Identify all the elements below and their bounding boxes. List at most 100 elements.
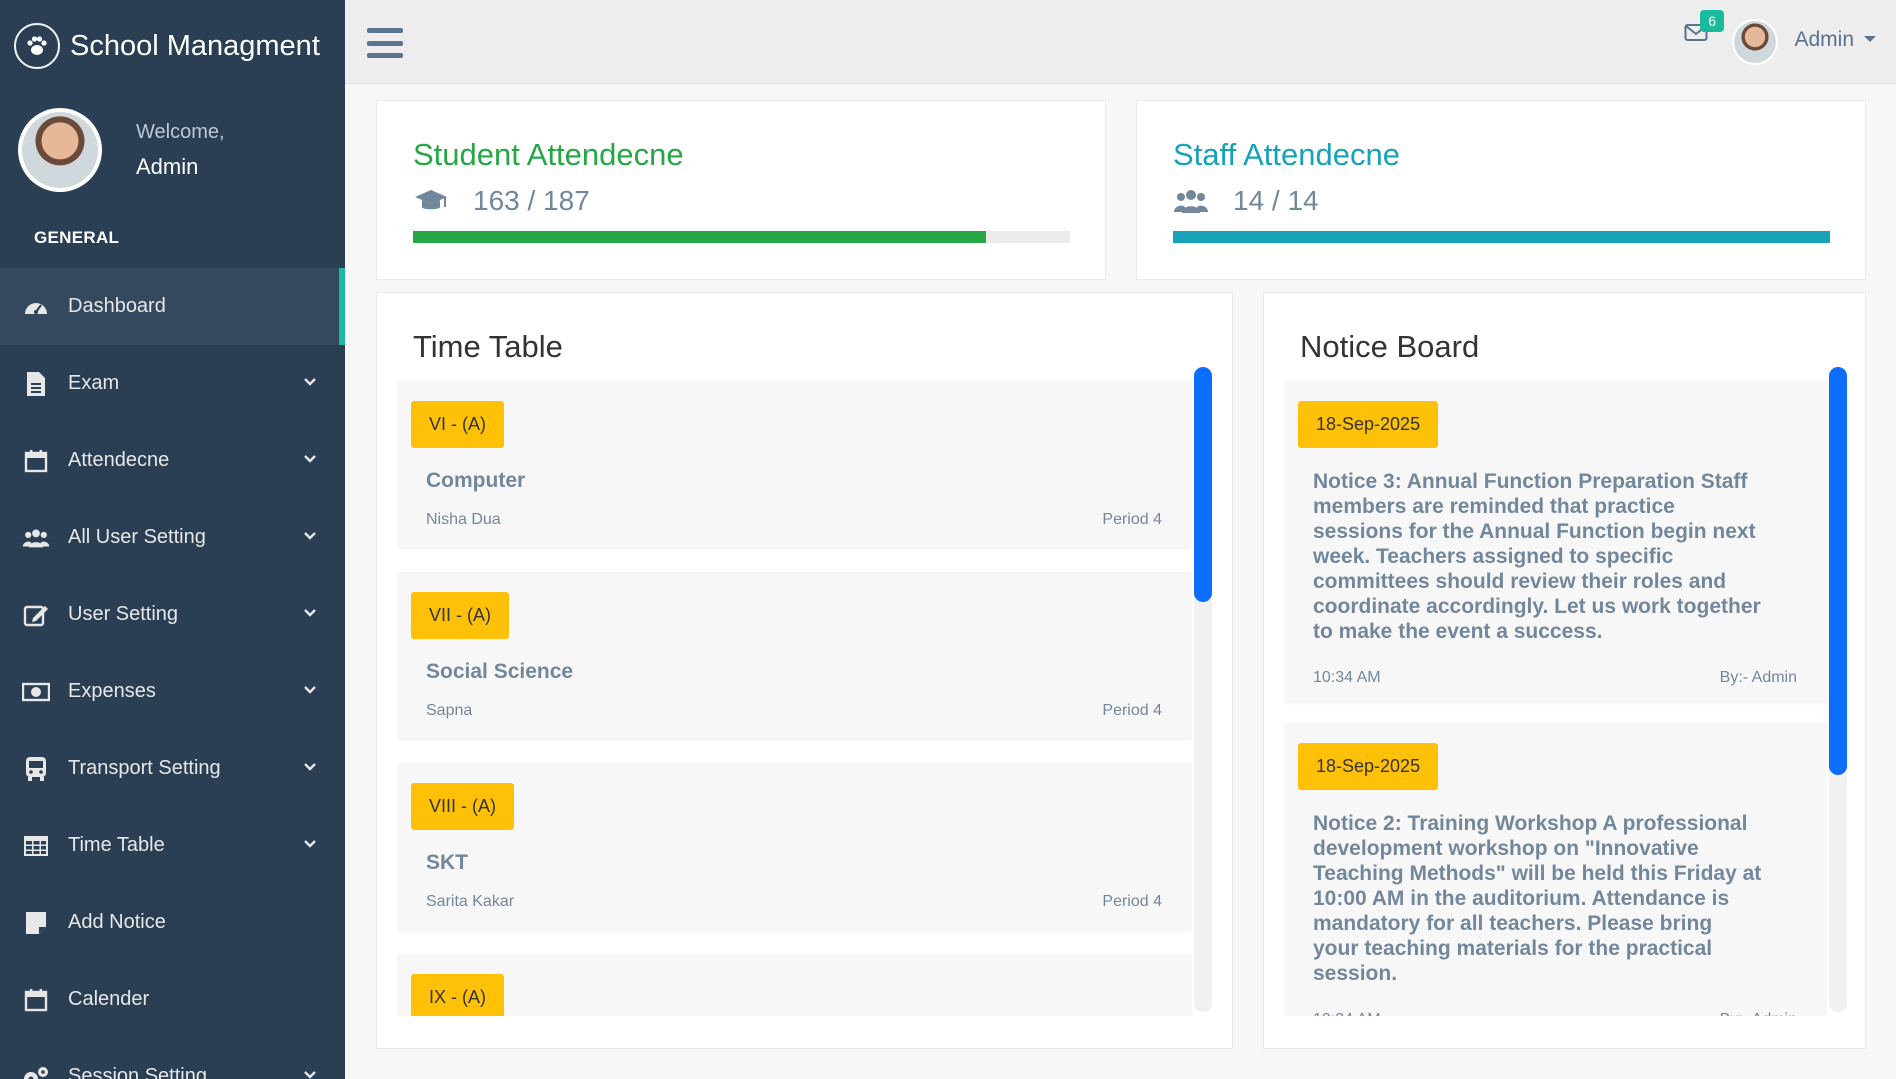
avatar <box>18 108 102 192</box>
timetable-list[interactable]: VI - (A) Computer Nisha Dua Period 4 VII - (… <box>397 381 1192 1016</box>
sidebar-item-label: Calender <box>68 988 150 1010</box>
sidebar-item-calender[interactable]: Calender <box>0 961 345 1038</box>
period: Period 4 <box>1102 893 1162 910</box>
notice-card: 18-Sep-2025 Notice 3: Annual Function Pre… <box>1284 381 1827 701</box>
student-attendance-title: Student Attendecne <box>413 137 684 172</box>
sidebar-item-label: User Setting <box>68 603 179 625</box>
menu-toggle-icon[interactable] <box>367 28 403 58</box>
brand[interactable]: School Managment <box>0 0 345 92</box>
timetable-entry: VII - (A) Social Science Sapna Period 4 <box>397 572 1192 738</box>
edit-icon <box>22 601 50 629</box>
notice-time: 10:34 AM <box>1313 669 1381 686</box>
graduation-cap-icon <box>415 190 447 210</box>
sidebar-item-label: Transport Setting <box>68 757 221 779</box>
sidebar-item-label: Dashboard <box>68 295 166 317</box>
chevron-down-icon[interactable] <box>303 680 317 703</box>
paw-icon <box>14 23 60 69</box>
notice-card: 18-Sep-2025 Notice 2: Training Workshop A… <box>1284 723 1827 1016</box>
bus-icon <box>22 755 50 783</box>
staff-attendance-progress <box>1173 231 1830 243</box>
sidebar-item-label: Time Table <box>68 834 165 856</box>
profile-name: Admin <box>136 153 199 179</box>
note-icon <box>22 909 50 937</box>
timetable-scrollbar[interactable] <box>1194 367 1212 1012</box>
sidebar-item-label: Session Setting <box>68 1065 207 1079</box>
sidebar-item-label: Attendecne <box>68 449 170 471</box>
sidebar-item-dashboard[interactable]: Dashboard <box>0 268 345 345</box>
timetable-title: Time Table <box>413 329 563 364</box>
notice-text: Notice 2: Training Workshop A profession… <box>1313 812 1762 985</box>
notice-scroll-thumb[interactable] <box>1829 367 1847 775</box>
student-attendance-count: 163 / 187 <box>473 185 590 216</box>
welcome-text: Welcome, <box>136 120 225 143</box>
chevron-down-icon[interactable] <box>303 449 317 472</box>
sidebar-item-user-setting[interactable]: User Setting <box>0 576 345 653</box>
sidebar-menu: Dashboard Exam Attendecne All User Setting U… <box>0 268 345 1079</box>
class-badge: VI - (A) <box>411 401 504 448</box>
chevron-down-icon[interactable] <box>303 834 317 857</box>
brand-title: School Managment <box>70 29 320 62</box>
notice-time: 10:34 AM <box>1313 1011 1381 1016</box>
notice-list[interactable]: 18-Sep-2025 Notice 3: Annual Function Pre… <box>1284 381 1827 1016</box>
sidebar-item-label: Exam <box>68 372 120 394</box>
notice-board-panel: Notice Board 18-Sep-2025 Notice 3: Annual… <box>1263 292 1866 1049</box>
chevron-down-icon[interactable] <box>303 1065 317 1079</box>
sidebar-item-expenses[interactable]: Expenses <box>0 653 345 730</box>
teacher: Sarita Kakar <box>426 893 515 910</box>
sidebar-item-label: Expenses <box>68 680 156 702</box>
sidebar-item-transport-setting[interactable]: Transport Setting <box>0 730 345 807</box>
sidebar-item-label: All User Setting <box>68 526 206 548</box>
period: Period 4 <box>1102 702 1162 719</box>
sidebar-item-exam[interactable]: Exam <box>0 345 345 422</box>
calendar-icon <box>22 447 50 475</box>
user-menu[interactable]: Admin <box>1794 28 1854 52</box>
notice-text: Notice 3: Annual Function Preparation St… <box>1313 470 1761 643</box>
dashboard-icon <box>22 293 50 321</box>
subject: SKT <box>426 851 468 874</box>
notice-date-badge: 18-Sep-2025 <box>1298 743 1439 790</box>
money-icon <box>22 678 50 706</box>
sidebar-item-add-notice[interactable]: Add Notice <box>0 884 345 961</box>
chevron-down-icon[interactable] <box>303 603 317 626</box>
sidebar-item-session-setting[interactable]: Session Setting <box>0 1038 345 1079</box>
timetable-scroll-thumb[interactable] <box>1194 367 1212 602</box>
profile-block: Welcome, Admin <box>0 92 345 208</box>
notice-board-title: Notice Board <box>1300 329 1480 364</box>
calendar-icon <box>22 986 50 1014</box>
student-attendance-panel: Student Attendecne 163 / 187 <box>376 100 1106 280</box>
users-icon <box>22 524 50 552</box>
notice-date-badge: 18-Sep-2025 <box>1298 401 1439 448</box>
sidebar-item-attendecne[interactable]: Attendecne <box>0 422 345 499</box>
section-title-general: GENERAL <box>34 228 120 247</box>
timetable-entry: IX - (A) <box>397 954 1192 1016</box>
top-nav: 6 Admin <box>345 0 1896 84</box>
table-icon <box>22 832 50 860</box>
teacher: Sapna <box>426 702 473 719</box>
student-attendance-progress <box>413 231 1070 243</box>
timetable-entry: VI - (A) Computer Nisha Dua Period 4 <box>397 381 1192 547</box>
chevron-down-icon[interactable] <box>303 757 317 780</box>
subject: Social Science <box>426 660 574 683</box>
sidebar-item-time-table[interactable]: Time Table <box>0 807 345 884</box>
caret-down-icon[interactable] <box>1864 36 1876 42</box>
student-attendance-progress-fill <box>413 231 986 243</box>
sidebar-item-all-user-setting[interactable]: All User Setting <box>0 499 345 576</box>
period: Period 4 <box>1102 511 1162 528</box>
class-badge: VIII - (A) <box>411 783 514 830</box>
notice-author: By:- Admin <box>1720 1011 1797 1016</box>
chevron-down-icon[interactable] <box>303 372 317 395</box>
sidebar: School Managment Welcome, Admin GENERAL … <box>0 0 345 1079</box>
mail-count-badge: 6 <box>1700 10 1724 32</box>
staff-attendance-progress-fill <box>1173 231 1830 243</box>
staff-attendance-count: 14 / 14 <box>1233 185 1319 216</box>
timetable-panel: Time Table VI - (A) Computer Nisha Dua Peri… <box>376 292 1233 1049</box>
staff-attendance-title: Staff Attendecne <box>1173 137 1400 172</box>
document-icon <box>22 370 50 398</box>
chevron-down-icon[interactable] <box>303 526 317 549</box>
staff-attendance-panel: Staff Attendecne 14 / 14 <box>1136 100 1866 280</box>
notice-scrollbar[interactable] <box>1829 367 1847 1012</box>
user-avatar[interactable] <box>1732 19 1778 65</box>
teacher: Nisha Dua <box>426 511 501 528</box>
subject: Computer <box>426 469 526 492</box>
class-badge: VII - (A) <box>411 592 509 639</box>
